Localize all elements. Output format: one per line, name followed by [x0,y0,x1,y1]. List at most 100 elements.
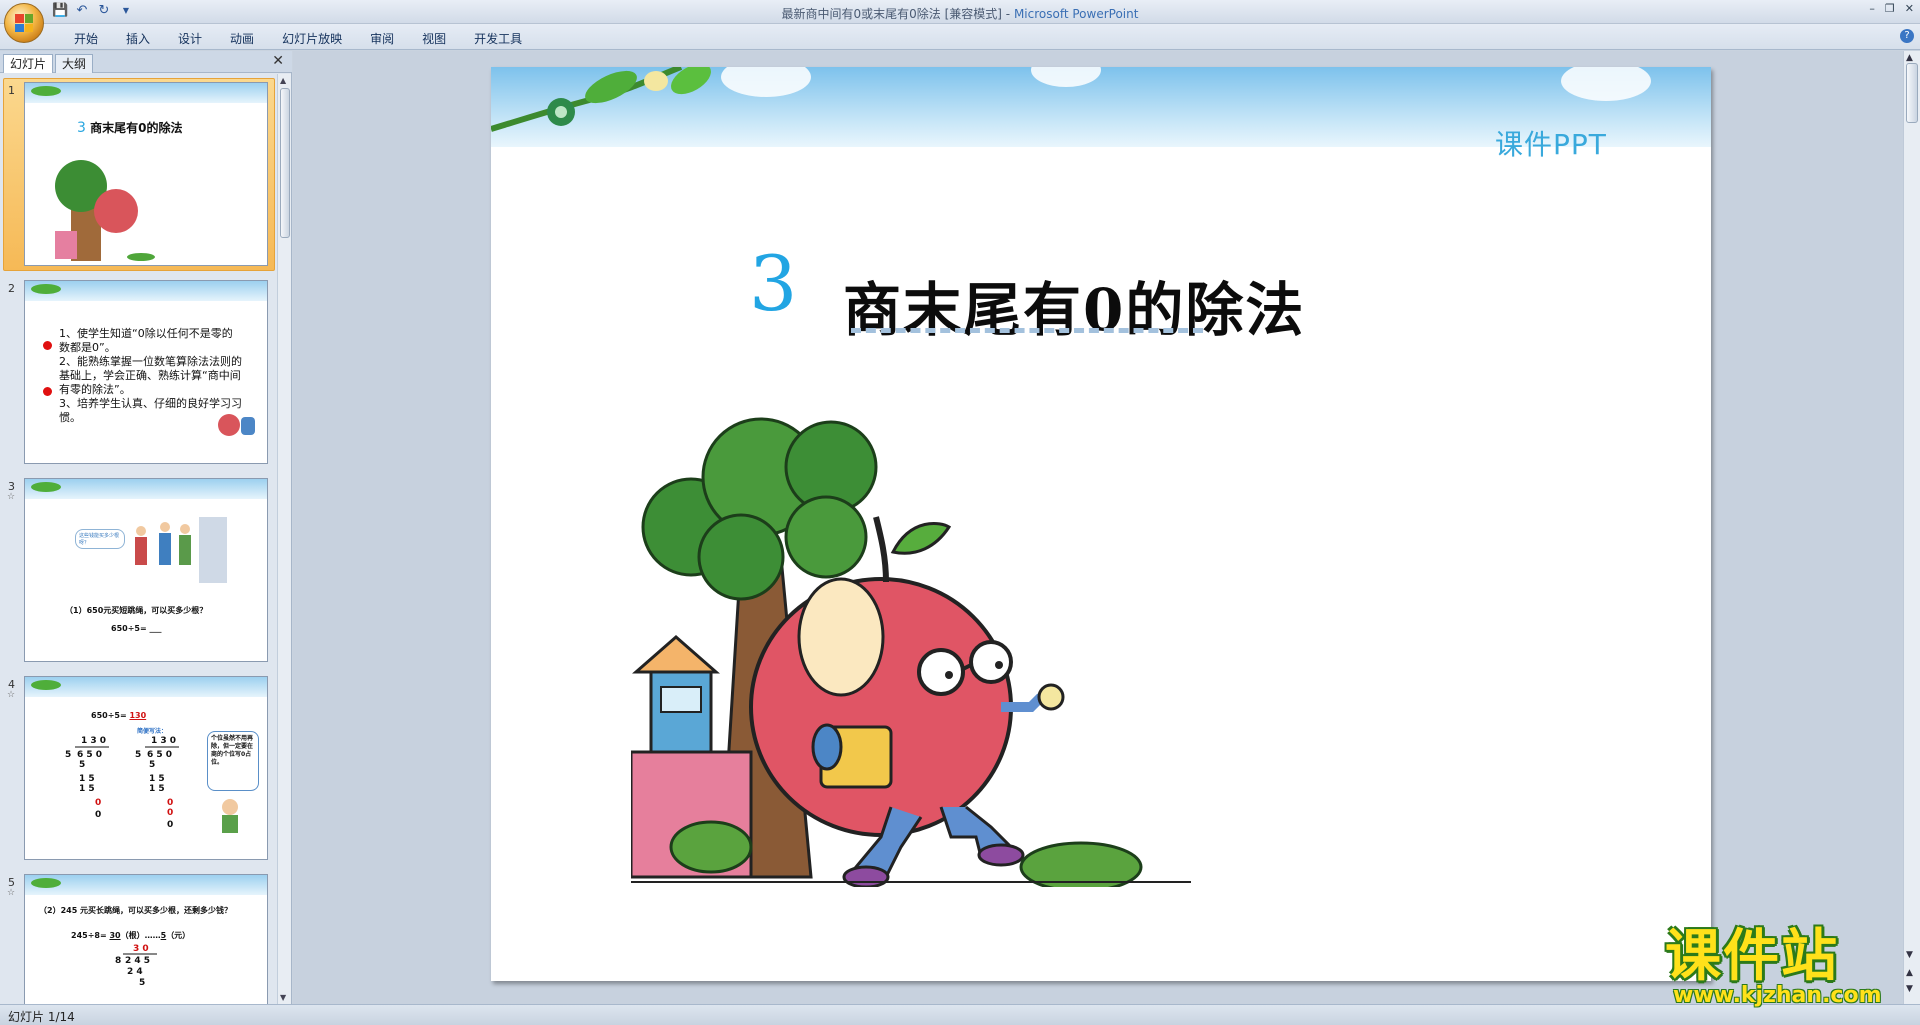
leaf-icon [31,284,61,294]
close-icon[interactable]: ✕ [1905,2,1914,15]
scroll-down-icon[interactable]: ▼ [280,993,286,1002]
svg-text:6 5 0: 6 5 0 [77,750,102,760]
equation-text: 650÷5= [111,624,147,633]
slide-number: 2 [8,282,15,295]
thumb-card: 3 商末尾有0的除法 [24,82,268,266]
scroll-up-icon[interactable]: ▲ [1906,53,1913,63]
svg-text:1 5: 1 5 [149,784,165,794]
slide-thumbnails: 1 3 商末尾有0的除法 2 1、使学生知道“0除以任何不是零的 数都是0”。 … [0,74,276,1004]
close-panel-icon[interactable]: ✕ [272,53,284,69]
slide-title[interactable]: 商末尾有0的除法 [843,263,1305,347]
help-icon[interactable]: ? [1900,29,1914,43]
question-text: （1）650元买短跳绳，可以买多少根？ [65,606,208,615]
tab-insert[interactable]: 插入 [112,30,164,48]
text-line: 有零的除法”。 [59,383,131,396]
tab-animations[interactable]: 动画 [216,30,268,48]
text-line: 基础上，学会正确、熟练计算“商中间 [59,369,241,382]
tab-slides[interactable]: 幻灯片 [3,54,54,73]
bullet-icon [43,341,52,350]
slide-counter: 幻灯片 1/14 [8,1010,75,1024]
svg-text:1 5: 1 5 [79,784,95,794]
restore-icon[interactable]: ❐ [1885,2,1895,15]
app-name: Microsoft PowerPoint [1013,7,1139,21]
slide-thumb-4[interactable]: 4 ☆ 650÷5= 130 简便写法： 1 3 056 5 0 51 51 5… [0,672,276,867]
thumb-card: 650÷5= 130 简便写法： 1 3 056 5 0 51 51 5 00 … [24,676,268,860]
text-line: 数都是0”。 [59,341,116,354]
ribbon-tabs: 开始 插入 设计 动画 幻灯片放映 审阅 视图 开发工具 [60,30,536,48]
tab-developer[interactable]: 开发工具 [460,30,536,48]
svg-text:0: 0 [167,798,173,808]
window-title: 最新商中间有0或末尾有0除法 [兼容模式] - Microsoft PowerP… [781,7,1139,21]
svg-text:0: 0 [167,808,173,818]
panel-tabs: 幻灯片 大纲 ✕ [0,51,292,73]
answer-text: 30 [109,931,121,940]
equation: 245÷8= 30（根）……5（元） [71,929,190,943]
current-slide[interactable]: 课件PPT 3 商末尾有0的除法 [491,67,1711,981]
thumb-title-text: 商末尾有0的除法 [90,121,183,135]
slide-thumb-3[interactable]: 3 ☆ 这些钱能买多少根呀？ （1）650元买短跳绳，可以买多少根？ 650÷5… [0,474,276,669]
next-slide-icon[interactable]: ▼ [1906,984,1913,994]
svg-text:0: 0 [95,810,101,820]
svg-text:5: 5 [135,750,141,760]
vine-snail-decoration [491,67,711,132]
svg-text:5: 5 [149,760,155,770]
title-underline [851,328,1203,333]
window-controls: – ❐ ✕ [1869,2,1914,15]
equation: 650÷5= 130 [91,709,146,723]
shoppers-illustration [135,517,227,583]
minimize-icon[interactable]: – [1869,2,1875,15]
tab-home[interactable]: 开始 [60,30,112,48]
svg-text:5: 5 [79,760,85,770]
svg-text:5: 5 [139,978,145,988]
slides-panel: 幻灯片 大纲 ✕ 1 3 商末尾有0的除法 2 1、使学生知道“0除以任何不是零… [0,51,292,1004]
apple-tree-illustration [55,160,155,261]
office-button[interactable] [4,3,44,43]
slide-scrollbar[interactable]: ▲ ▼ ▲ ▼ [1903,51,1920,1004]
question-text: （2）245 元买长跳绳，可以买多少根，还剩多少钱？ [39,906,233,915]
brand-label: 课件PPT [1495,128,1607,161]
slide-thumb-5[interactable]: 5 ☆ （2）245 元买长跳绳，可以买多少根，还剩多少钱？ 245÷8= 30… [0,870,276,1004]
svg-text:1 5: 1 5 [149,774,165,784]
svg-text:5: 5 [65,750,71,760]
tab-design[interactable]: 设计 [164,30,216,48]
animation-star-icon: ☆ [7,888,16,898]
animation-star-icon: ☆ [7,690,16,700]
slide-thumb-1[interactable]: 1 3 商末尾有0的除法 [0,78,276,273]
text-line: 1、使学生知道“0除以任何不是零的 [59,327,233,340]
apple-character-illustration [631,417,1191,887]
svg-text:6 5 0: 6 5 0 [147,750,172,760]
watermark-url: www.kjzhan.com [1673,983,1882,1008]
thumb-title-number: 3 [77,120,86,136]
bullet-icon [43,387,52,396]
leaf-icon [31,482,61,492]
tab-slideshow[interactable]: 幻灯片放映 [268,30,356,48]
thumb-header [25,83,267,103]
previous-slide-icon[interactable]: ▲ [1906,968,1913,978]
scrollbar-thumb[interactable] [280,88,290,238]
slide-thumb-2[interactable]: 2 1、使学生知道“0除以任何不是零的 数都是0”。 2、能熟练掌握一位数笔算除… [0,276,276,471]
thumb-title: 3 商末尾有0的除法 [77,119,182,136]
equation-text: 650÷5= [91,711,127,720]
document-title: 最新商中间有0或末尾有0除法 [兼容模式] [781,7,1002,21]
unit-text: （根） [120,931,145,940]
tab-outline[interactable]: 大纲 [55,54,94,73]
lesson-number: 3 [749,239,798,328]
tab-review[interactable]: 审阅 [356,30,408,48]
svg-text:8: 8 [115,956,121,966]
unit-text: （元） [166,931,191,940]
equation: 650÷5= ___ [111,624,162,633]
panel-scrollbar[interactable]: ▲ ▼ [277,74,291,1004]
watermark-logo: 课件站 www.kjzhan.com [1665,925,1905,1010]
scroll-down-icon[interactable]: ▼ [1906,950,1913,960]
svg-text:1 3 0: 1 3 0 [151,736,176,746]
svg-text:2 4: 2 4 [127,967,143,977]
scrollbar-thumb[interactable] [1906,63,1918,123]
thumb-card: 1、使学生知道“0除以任何不是零的 数都是0”。 2、能熟练掌握一位数笔算除法法… [24,280,268,464]
apple-mascot-icon [218,414,255,436]
leaf-icon [31,86,61,96]
svg-text:2 4 5: 2 4 5 [125,956,150,966]
tab-view[interactable]: 视图 [408,30,460,48]
text-line: 2、能熟练掌握一位数笔算除法法则的 [59,355,242,368]
thumb-header [25,479,267,499]
scroll-up-icon[interactable]: ▲ [280,76,286,85]
